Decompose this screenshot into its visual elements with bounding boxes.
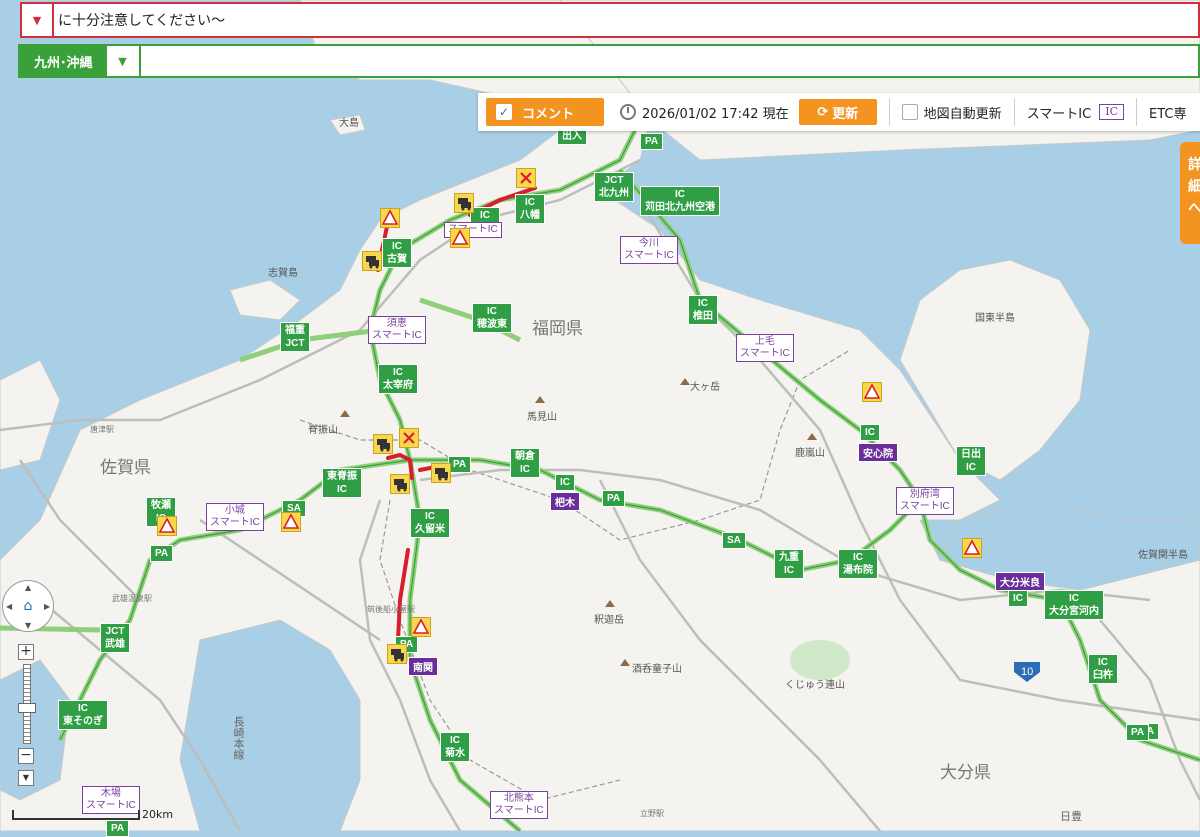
arrow-right-icon[interactable]: ▶ [44, 602, 50, 611]
caution-icon[interactable] [411, 617, 431, 637]
detail-side-tab[interactable]: 詳 細 へ [1180, 142, 1200, 244]
congestion-car-icon[interactable] [390, 474, 410, 494]
zoom-slider-handle[interactable] [18, 703, 36, 713]
side-tab-char: へ [1188, 201, 1200, 217]
home-icon[interactable]: ⌂ [20, 598, 36, 614]
caution-icon[interactable] [157, 516, 177, 536]
arrow-up-icon[interactable]: ▲ [25, 583, 31, 592]
closure-icon[interactable] [399, 428, 419, 448]
caution-icon[interactable] [281, 512, 301, 532]
map-toolbar: ✓ コメント 2026/01/02 17:42 現在 ⟳ 更新 地図自動更新 ス… [478, 93, 1200, 131]
triangle-down-icon[interactable]: ▼ [22, 4, 54, 36]
side-tab-char: 細 [1188, 179, 1200, 195]
comment-label: コメント [522, 106, 575, 122]
divider [888, 98, 890, 126]
collapse-icon[interactable]: ▼ [18, 770, 34, 786]
etc-legend-label: ETC専 [1148, 106, 1187, 122]
update-label: 更新 [832, 106, 859, 122]
alert-banner[interactable]: ▼ に十分注意してください〜 [20, 2, 1200, 38]
alert-text: に十分注意してください〜 [58, 13, 226, 29]
zoom-in-button[interactable]: + [18, 644, 34, 660]
refresh-icon: ⟳ [817, 104, 829, 120]
closure-icon[interactable] [516, 168, 536, 188]
region-selector[interactable]: 九州･沖縄 ▼ [18, 44, 1200, 78]
auto-update-checkbox[interactable] [901, 104, 918, 120]
congestion-car-icon[interactable] [431, 463, 451, 483]
smart-ic-legend-label: スマートIC [1026, 106, 1092, 122]
arrow-left-icon[interactable]: ◀ [6, 602, 12, 611]
congestion-car-icon[interactable] [454, 193, 474, 213]
divider [1135, 98, 1137, 126]
region-label: 九州･沖縄 [20, 46, 107, 76]
clock-icon [620, 104, 636, 120]
comment-toggle-button[interactable]: ✓ コメント [486, 98, 604, 126]
pan-control[interactable]: ▲ ▼ ◀ ▶ ⌂ [2, 580, 54, 632]
caution-icon[interactable] [962, 538, 982, 558]
check-icon: ✓ [496, 104, 512, 120]
scale-label: 20km [142, 808, 174, 821]
congestion-car-icon[interactable] [387, 644, 407, 664]
triangle-down-icon[interactable]: ▼ [107, 46, 141, 76]
congestion-car-icon[interactable] [373, 434, 393, 454]
congestion-car-icon[interactable] [362, 251, 382, 271]
auto-update-label: 地図自動更新 [923, 106, 1002, 122]
scale-bar [12, 810, 140, 820]
arrow-down-icon[interactable]: ▼ [25, 621, 31, 630]
divider [1013, 98, 1015, 126]
caution-icon[interactable] [450, 228, 470, 248]
zoom-control: + − ▼ [18, 644, 36, 786]
caution-icon[interactable] [380, 208, 400, 228]
zoom-slider[interactable] [18, 664, 36, 744]
zoom-out-button[interactable]: − [18, 748, 34, 764]
datetime-text: 2026/01/02 17:42 現在 [642, 106, 789, 122]
ic-badge-icon: IC [1099, 104, 1124, 120]
update-button[interactable]: ⟳ 更新 [798, 99, 877, 125]
caution-icon[interactable] [862, 382, 882, 402]
side-tab-char: 詳 [1188, 157, 1200, 173]
